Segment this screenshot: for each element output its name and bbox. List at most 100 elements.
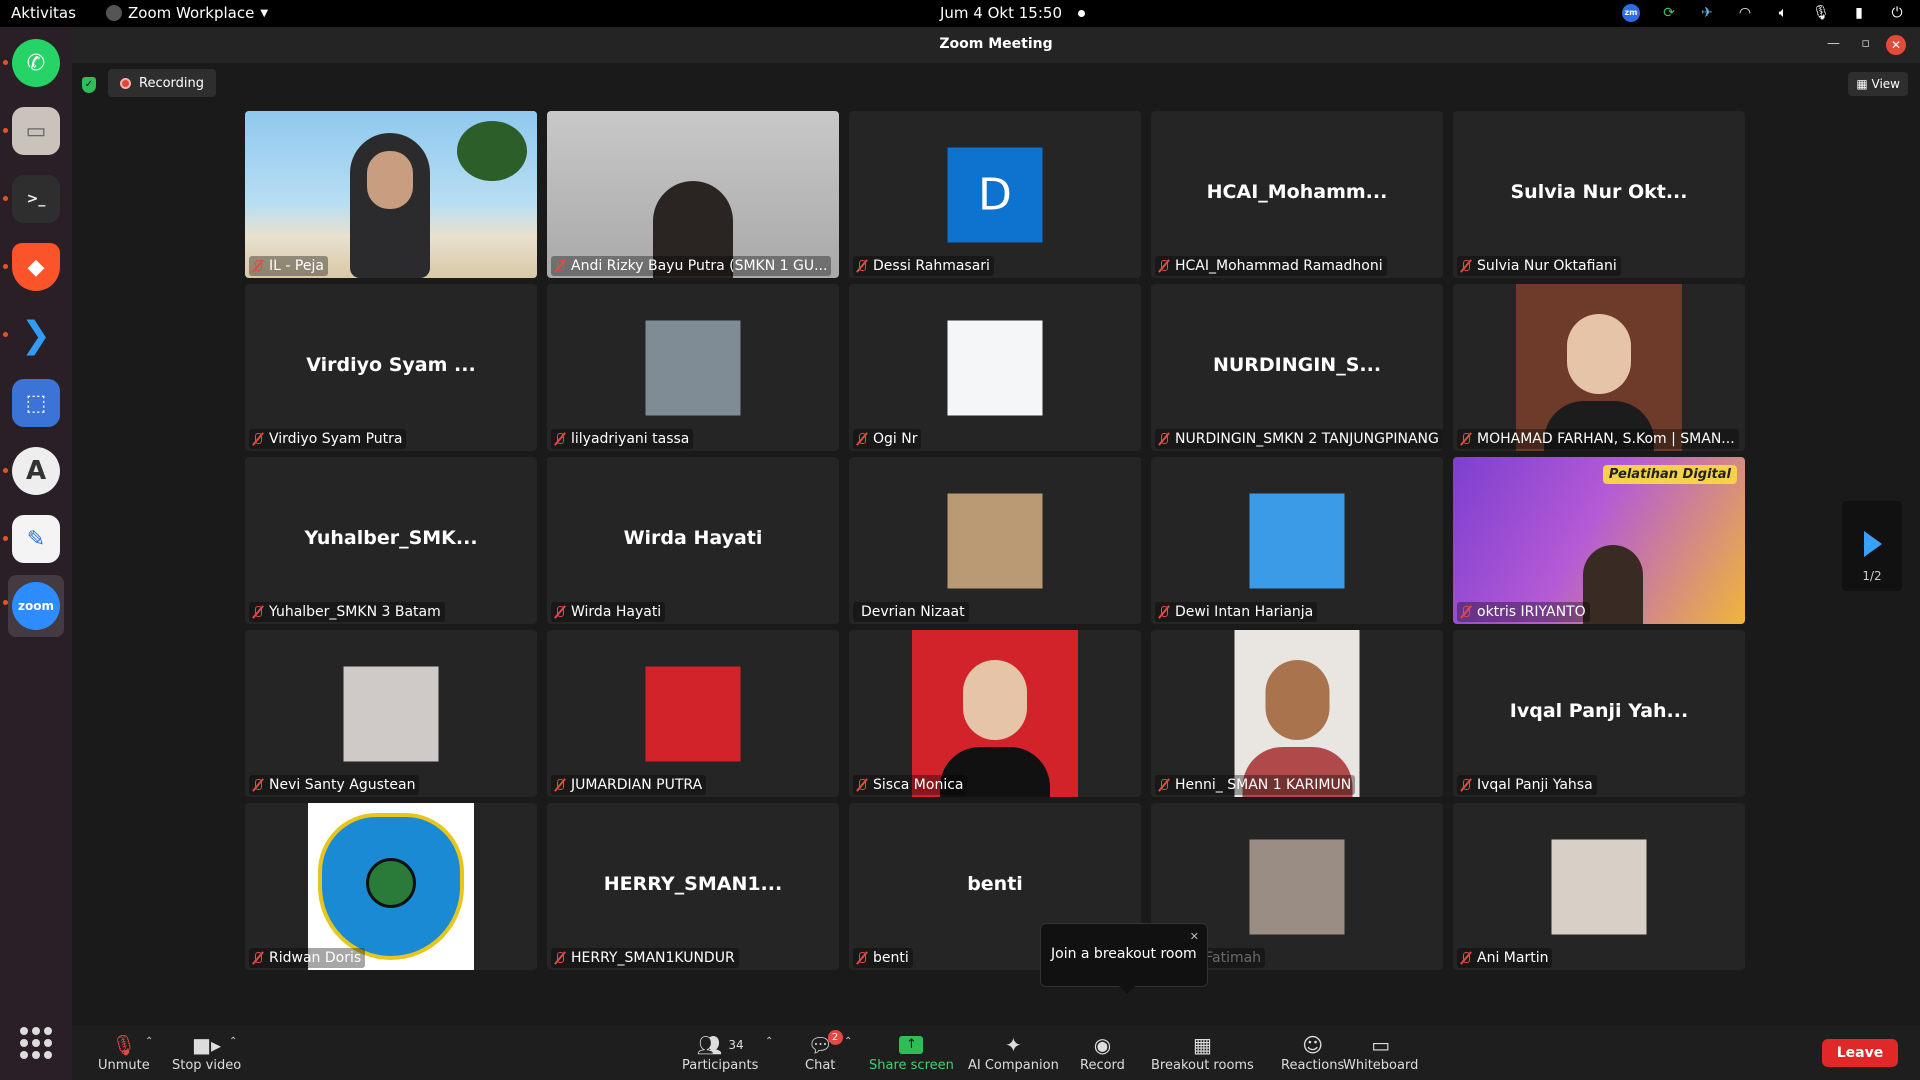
participant-tile[interactable]: lilyadriyani tassa	[547, 284, 839, 451]
participant-tile[interactable]: Ridwan Doris	[245, 803, 537, 970]
dock-zoom[interactable]: zoom	[3, 575, 64, 637]
chat-options-caret-icon[interactable]: ⌃	[844, 1036, 852, 1047]
telegram-tray-icon[interactable]: ✈	[1698, 4, 1716, 22]
close-tooltip-icon[interactable]: ✕	[1190, 930, 1199, 943]
participant-name: Ani Martin	[1477, 950, 1549, 966]
ai-companion-button[interactable]: ✦ AI Companion	[968, 1032, 1059, 1073]
participant-tile[interactable]: Pelatihan Digital oktris IRIYANTO	[1453, 457, 1745, 624]
participant-display-name: Sulvia Nur Okt...	[1510, 181, 1688, 203]
participant-tile[interactable]: Yuhalber_SMK... Yuhalber_SMKN 3 Batam	[245, 457, 537, 624]
school-logo	[308, 803, 474, 970]
participant-tile[interactable]: Ani Martin	[1453, 803, 1745, 970]
minimize-icon[interactable]: —	[1827, 36, 1840, 51]
dock-brave[interactable]: ◆	[3, 239, 64, 295]
app-menu[interactable]: Zoom Workplace ▼	[106, 4, 268, 22]
activities-button[interactable]: Aktivitas	[11, 4, 76, 22]
ubuntu-dock: ✆ ▭ >_ ◆ ❯ ⬚ A ✎ zoom	[0, 27, 72, 1080]
share-screen-button[interactable]: ↑ Share screen	[869, 1032, 954, 1073]
dock-whatsapp[interactable]: ✆	[3, 35, 64, 91]
grid-view-icon: ▦	[1856, 77, 1872, 91]
whiteboard-icon: ▭	[1371, 1033, 1391, 1057]
participants-row: 👥︎ 34	[697, 1032, 744, 1058]
whiteboard-label: Whiteboard	[1343, 1058, 1419, 1073]
wifi-icon[interactable]: ◠	[1736, 4, 1754, 22]
breakout-rooms-label: Breakout rooms	[1151, 1058, 1254, 1073]
next-page-button[interactable]: 1/2	[1842, 501, 1902, 591]
dock-files[interactable]: ▭	[3, 103, 64, 159]
participants-button[interactable]: 👥︎ 34 Participants	[682, 1032, 758, 1073]
window-title: Zoom Meeting	[939, 36, 1053, 52]
maximize-icon[interactable]: ▫	[1861, 36, 1870, 51]
reactions-label: Reactions	[1281, 1058, 1345, 1073]
zoom-tray-icon[interactable]: zm	[1622, 4, 1640, 22]
close-icon[interactable]: ✕	[1886, 35, 1906, 55]
view-button[interactable]: ▦ View	[1848, 72, 1908, 96]
record-button[interactable]: ◉ Record	[1080, 1032, 1125, 1073]
power-icon[interactable]: ⏻	[1888, 4, 1906, 22]
participant-tile[interactable]: D Dessi Rahmasari	[849, 111, 1141, 278]
participant-tile[interactable]: Ogi Nr	[849, 284, 1141, 451]
vscode-icon: ❯	[20, 314, 52, 356]
avatar	[1249, 493, 1345, 588]
running-indicator	[3, 60, 8, 65]
participants-options-caret-icon[interactable]: ⌃	[765, 1036, 773, 1047]
participant-tile[interactable]: Nevi Santy Agustean	[245, 630, 537, 797]
avatar: D	[947, 147, 1043, 242]
chat-button[interactable]: 💬︎ 2 Chat	[805, 1030, 843, 1073]
participant-tile[interactable]: Virdiyo Syam ... Virdiyo Syam Putra	[245, 284, 537, 451]
participant-tile[interactable]: HCAI_Mohamm... HCAI_Mohammad Ramadhoni	[1151, 111, 1443, 278]
show-apps-button[interactable]	[20, 1027, 52, 1059]
dock-screenshot[interactable]: ⬚	[8, 375, 64, 431]
participant-tile[interactable]: JUMARDIAN PUTRA	[547, 630, 839, 797]
participants-icon: 👥︎	[696, 1033, 723, 1057]
dock-text-editor[interactable]: ✎	[3, 511, 64, 567]
microphone-muted-icon	[553, 605, 567, 619]
participant-tile[interactable]: MOHAMAD FARHAN, S.Kom | SMAN...	[1453, 284, 1745, 451]
volume-icon[interactable]: 🔈︎	[1774, 4, 1792, 22]
participant-name-label: Devrian Nizaat	[853, 602, 969, 622]
clock[interactable]: Jum 4 Okt 15:50	[940, 4, 1085, 22]
reactions-button[interactable]: ☺ Reactions	[1281, 1032, 1344, 1073]
dock-vscode[interactable]: ❯	[3, 307, 64, 363]
recording-indicator[interactable]: Recording	[108, 69, 217, 97]
participant-name-label: benti	[853, 948, 913, 968]
participant-tile[interactable]: Devrian Nizaat	[849, 457, 1141, 624]
participant-tile[interactable]: HERRY_SMAN1... HERRY_SMAN1KUNDUR	[547, 803, 839, 970]
participant-tile[interactable]: Wirda Hayati Wirda Hayati	[547, 457, 839, 624]
stop-video-label: Stop video	[172, 1058, 242, 1073]
avatar	[947, 493, 1043, 588]
participant-tile[interactable]: Henni_ SMAN 1 KARIMUN	[1151, 630, 1443, 797]
dock-software[interactable]: A	[3, 443, 64, 499]
encryption-shield-icon[interactable]: ✓	[82, 77, 96, 93]
participant-tile[interactable]: Sulvia Nur Okt... Sulvia Nur Oktafiani	[1453, 111, 1745, 278]
participant-name-label: Wirda Hayati	[551, 602, 666, 622]
zoom-app-icon	[106, 5, 122, 21]
participant-tile[interactable]: IL - Peja	[245, 111, 537, 278]
avatar	[1516, 284, 1682, 451]
battery-icon[interactable]: ▮	[1850, 4, 1868, 22]
sync-tray-icon[interactable]: ⟳	[1660, 4, 1678, 22]
breakout-rooms-button[interactable]: ▦ Breakout rooms	[1151, 1032, 1254, 1073]
participant-name-label: IL - Peja	[249, 256, 328, 276]
participant-display-name: Wirda Hayati	[623, 527, 763, 549]
video-options-caret-icon[interactable]: ⌃	[229, 1036, 237, 1047]
avatar	[343, 666, 439, 761]
participant-tile[interactable]: Ivqal Panji Yah... Ivqal Panji Yahsa	[1453, 630, 1745, 797]
audio-options-caret-icon[interactable]: ⌃	[145, 1036, 153, 1047]
participant-tile[interactable]: Dewi Intan Harianja	[1151, 457, 1443, 624]
avatar	[645, 666, 741, 761]
participant-name: Dewi Intan Harianja	[1175, 604, 1314, 620]
participant-tile[interactable]: Andi Rizky Bayu Putra (SMKN 1 GU...	[547, 111, 839, 278]
unmute-button[interactable]: 🎙︎ Unmute	[98, 1032, 150, 1073]
breakout-room-tooltip[interactable]: ✕ Join a breakout room	[1040, 923, 1208, 994]
whiteboard-button[interactable]: ▭ Whiteboard	[1343, 1032, 1418, 1073]
microphone-icon[interactable]: 🎙︎	[1812, 4, 1830, 22]
participant-name: HCAI_Mohammad Ramadhoni	[1175, 258, 1383, 274]
dock-terminal[interactable]: >_	[3, 171, 64, 227]
leave-button[interactable]: Leave	[1822, 1039, 1898, 1067]
participant-tile[interactable]: NURDINGIN_S... NURDINGIN_SMKN 2 TANJUNGPI…	[1151, 284, 1443, 451]
participant-tile[interactable]: Sisca Monica	[849, 630, 1141, 797]
avatar	[645, 320, 741, 415]
system-tray: zm ⟳ ✈ ◠ 🔈︎ 🎙︎ ▮ ⏻	[1622, 4, 1906, 22]
participant-name-label: oktris IRIYANTO	[1457, 602, 1590, 622]
